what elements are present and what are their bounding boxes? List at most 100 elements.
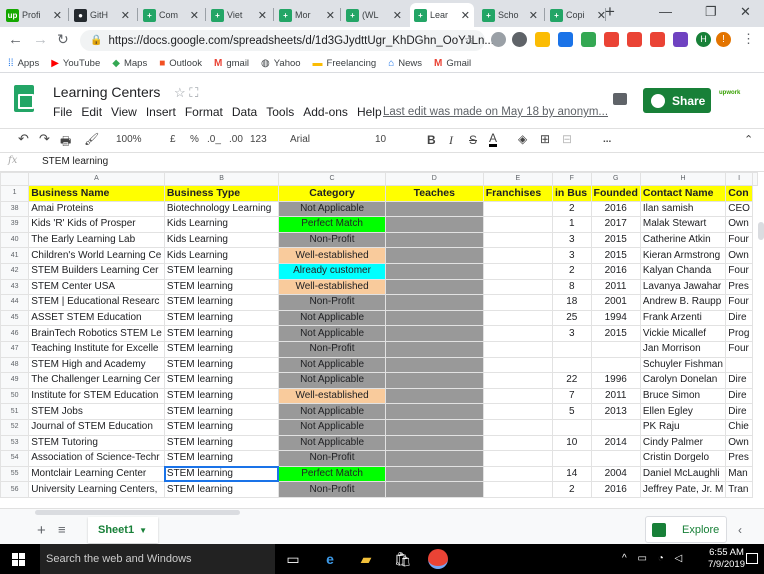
teaches-cell[interactable] [384,325,484,342]
merge-cells-icon[interactable]: ⊟ [562,132,572,146]
column-header[interactable]: I [725,172,753,186]
founded-cell[interactable]: 2017 [590,216,641,233]
row-number[interactable]: 39 [0,216,30,233]
founded-cell[interactable]: 2011 [590,278,641,296]
contact-title-cell[interactable]: Own [725,434,753,452]
category-cell[interactable]: Already customer [278,262,386,280]
business-name-cell[interactable]: University Learning Centers, [28,481,165,498]
menu-help[interactable]: Help [357,105,382,119]
founded-cell[interactable] [590,340,641,358]
teaches-cell[interactable] [384,340,484,358]
in-business-cell[interactable]: 7 [552,387,592,405]
founded-cell[interactable]: 1994 [590,309,641,327]
franchises-cell[interactable] [482,450,554,467]
notifications-icon[interactable] [746,553,758,564]
extension-icon[interactable] [581,32,596,47]
header-cell[interactable]: Business Type [163,185,280,202]
in-business-cell[interactable]: 3 [552,325,592,342]
row-number[interactable]: 49 [0,372,30,389]
star-icon[interactable]: ☆ [464,33,475,47]
number-format-select[interactable]: 123 [250,134,267,145]
category-cell[interactable]: Perfect Match [278,216,386,233]
contact-title-cell[interactable]: Prog [725,325,753,342]
category-cell[interactable]: Not Applicable [278,356,386,374]
menu-add-ons[interactable]: Add-ons [303,105,348,119]
business-type-cell[interactable]: Kids Learning [163,247,280,264]
teaches-cell[interactable] [384,387,484,405]
fill-color-icon[interactable]: ◈ [518,132,527,146]
teaches-cell[interactable] [384,262,484,280]
document-title[interactable]: Learning Centers [53,84,160,100]
browser-tab[interactable]: ● GitH ✕ [70,3,134,27]
business-name-cell[interactable]: Journal of STEM Education [28,418,165,436]
franchises-cell[interactable] [482,247,554,264]
teaches-cell[interactable] [384,450,484,467]
category-cell[interactable]: Non-Profit [278,231,386,249]
column-header[interactable]: E [482,172,554,186]
system-tray[interactable]: ^ ▭ ◔ ◁ [622,553,686,564]
category-cell[interactable]: Not Applicable [278,372,386,389]
forward-icon[interactable]: → [33,31,48,48]
contact-title-cell[interactable]: Own [725,216,753,233]
contact-name-cell[interactable]: Frank Arzenti [639,309,727,327]
business-type-cell[interactable]: Kids Learning [163,216,280,233]
contact-name-cell[interactable]: Andrew B. Raupp [639,294,727,311]
redo-icon[interactable]: ↷ [39,131,50,147]
founded-cell[interactable]: 1996 [590,372,641,389]
category-cell[interactable]: Non-Profit [278,340,386,358]
header-cell[interactable]: Teaches [384,185,484,202]
business-type-cell[interactable]: STEM learning [163,340,280,358]
franchises-cell[interactable] [482,372,554,389]
teaches-cell[interactable] [384,200,484,218]
extension-icon[interactable] [512,32,527,47]
business-type-cell[interactable]: STEM learning [163,278,280,296]
bookmark-yahoo[interactable]: ◍ Yahoo [261,58,301,69]
franchises-cell[interactable] [482,418,554,436]
contact-title-cell[interactable]: Dire [725,309,753,327]
founded-cell[interactable]: 2016 [590,200,641,218]
row-number[interactable]: 42 [0,262,30,280]
extension-icon[interactable] [627,32,642,47]
row-number[interactable]: 55 [0,465,30,483]
zoom-select[interactable]: 100% [116,134,142,145]
chevron-up-icon[interactable]: ⌃ [744,133,753,146]
strikethrough-button[interactable]: S [469,133,477,147]
contact-name-cell[interactable]: Catherine Atkin [639,231,727,249]
sheet-tab[interactable]: Sheet1 ▼ [88,517,158,543]
task-view-icon[interactable]: ▭ [285,551,301,567]
in-business-cell[interactable]: 25 [552,309,592,327]
contact-name-cell[interactable]: Jan Morrison [639,340,727,358]
category-cell[interactable]: Non-Profit [278,481,386,498]
text-color-button[interactable]: A [489,132,498,147]
minimize-button[interactable]: — [659,4,672,19]
header-cell[interactable]: Con [725,185,753,202]
franchises-cell[interactable] [482,200,554,218]
close-tab-icon[interactable]: ✕ [393,9,402,22]
row-number[interactable]: 50 [0,387,30,405]
all-sheets-icon[interactable]: ≡ [58,522,66,537]
teaches-cell[interactable] [384,465,484,483]
franchises-cell[interactable] [482,325,554,342]
category-cell[interactable]: Not Applicable [278,325,386,342]
category-cell[interactable]: Not Applicable [278,434,386,452]
profile-avatar[interactable]: H [696,32,711,47]
more-button[interactable]: ... [603,134,611,145]
header-cell[interactable]: Founded [590,185,641,202]
business-type-cell[interactable]: STEM learning [163,356,280,374]
close-tab-icon[interactable]: ✕ [190,9,199,22]
business-name-cell[interactable]: Montclair Learning Center [28,465,165,483]
row-number[interactable]: 53 [0,434,30,452]
close-tab-icon[interactable]: ✕ [529,9,538,22]
column-header[interactable]: D [384,172,484,186]
bookmark-apps[interactable]: ⁞⁞ Apps [8,58,39,69]
business-name-cell[interactable]: ASSET STEM Education [28,309,165,327]
founded-cell[interactable]: 2015 [590,247,641,264]
borders-icon[interactable]: ⊞ [540,132,550,146]
share-button[interactable]: Share [643,88,711,113]
italic-button[interactable]: I [449,133,453,148]
bookmark-youtube[interactable]: ▶ YouTube [51,58,100,69]
franchises-cell[interactable] [482,403,554,420]
contact-name-cell[interactable]: Jeffrey Pate, Jr. M [639,481,727,498]
franchises-cell[interactable] [482,231,554,249]
restore-button[interactable]: ❐ [705,4,717,20]
